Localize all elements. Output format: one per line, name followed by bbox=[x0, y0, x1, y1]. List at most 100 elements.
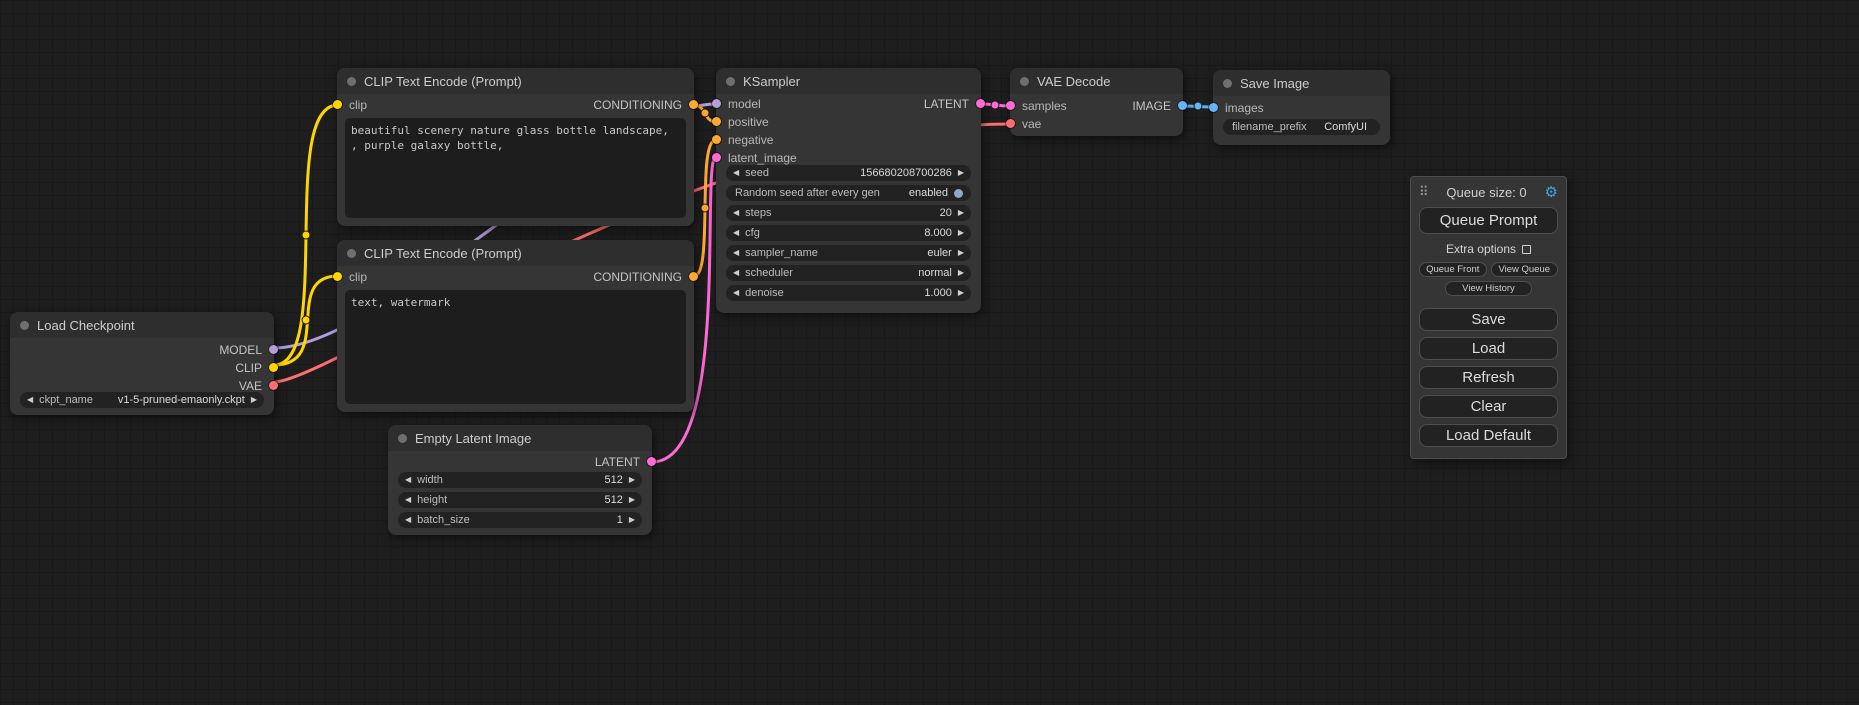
node-title-bar[interactable]: Save Image bbox=[1213, 70, 1390, 96]
queue-prompt-button[interactable]: Queue Prompt bbox=[1419, 207, 1558, 234]
settings-gear-icon[interactable]: ⚙ bbox=[1545, 185, 1558, 200]
conditioning-slot-dot[interactable] bbox=[712, 117, 721, 126]
node-title-bar[interactable]: CLIP Text Encode (Prompt) bbox=[337, 240, 694, 266]
increment-arrow-icon[interactable]: ▶ bbox=[958, 225, 964, 241]
prompt-textarea[interactable]: text, watermark bbox=[345, 290, 686, 404]
vae-slot-dot[interactable] bbox=[1006, 119, 1015, 128]
decrement-arrow-icon[interactable]: ◀ bbox=[27, 392, 33, 408]
input-slot-latent-image[interactable]: latent_image bbox=[716, 149, 981, 166]
widget-batch-size[interactable]: ◀ batch_size 1 ▶ bbox=[398, 512, 642, 528]
node-title-bar[interactable]: KSampler bbox=[716, 68, 981, 94]
queue-panel[interactable]: ⠿ Queue size: 0 ⚙ Queue Prompt Extra opt… bbox=[1410, 176, 1567, 459]
node-title: Empty Latent Image bbox=[415, 431, 531, 446]
collapse-dot-icon[interactable] bbox=[347, 77, 356, 86]
increment-arrow-icon[interactable]: ▶ bbox=[629, 512, 635, 528]
decrement-arrow-icon[interactable]: ◀ bbox=[733, 245, 739, 261]
decrement-arrow-icon[interactable]: ◀ bbox=[733, 285, 739, 301]
output-slot-conditioning[interactable]: CONDITIONING bbox=[516, 96, 695, 113]
widget-ckpt-name[interactable]: ◀ ckpt_name v1-5-pruned-emaonly.ckpt ▶ bbox=[20, 392, 264, 408]
increment-arrow-icon[interactable]: ▶ bbox=[251, 392, 257, 408]
widget-cfg[interactable]: ◀ cfg 8.000 ▶ bbox=[726, 225, 971, 241]
clear-button[interactable]: Clear bbox=[1419, 395, 1558, 418]
output-slot-latent[interactable]: LATENT bbox=[716, 95, 981, 112]
node-empty-latent-image[interactable]: Empty Latent Image LATENT ◀ width 512 ▶ … bbox=[388, 425, 652, 535]
widget-sampler-name[interactable]: ◀ sampler_name euler ▶ bbox=[726, 245, 971, 261]
collapse-dot-icon[interactable] bbox=[1020, 77, 1029, 86]
queue-front-button[interactable]: Queue Front bbox=[1419, 262, 1487, 277]
node-clip-text-encode-negative[interactable]: CLIP Text Encode (Prompt) clip CONDITION… bbox=[337, 240, 694, 412]
input-slot-images[interactable]: images bbox=[1213, 99, 1390, 116]
decrement-arrow-icon[interactable]: ◀ bbox=[733, 225, 739, 241]
load-default-button[interactable]: Load Default bbox=[1419, 424, 1558, 447]
increment-arrow-icon[interactable]: ▶ bbox=[629, 492, 635, 508]
node-title-bar[interactable]: Load Checkpoint bbox=[10, 312, 274, 338]
decrement-arrow-icon[interactable]: ◀ bbox=[733, 205, 739, 221]
view-history-button[interactable]: View History bbox=[1445, 281, 1531, 296]
node-ksampler[interactable]: KSampler model positive negative latent_… bbox=[716, 68, 981, 313]
increment-arrow-icon[interactable]: ▶ bbox=[958, 285, 964, 301]
view-queue-button[interactable]: View Queue bbox=[1491, 262, 1559, 277]
output-slot-clip[interactable]: CLIP bbox=[10, 359, 274, 376]
node-title-bar[interactable]: VAE Decode bbox=[1010, 68, 1183, 94]
increment-arrow-icon[interactable]: ▶ bbox=[958, 205, 964, 221]
clip-slot-dot[interactable] bbox=[333, 100, 342, 109]
output-slot-image[interactable]: IMAGE bbox=[1010, 97, 1183, 114]
latent-slot-dot[interactable] bbox=[712, 153, 721, 162]
widget-denoise[interactable]: ◀ denoise 1.000 ▶ bbox=[726, 285, 971, 301]
collapse-dot-icon[interactable] bbox=[398, 434, 407, 443]
image-slot-dot[interactable] bbox=[1178, 101, 1187, 110]
input-slot-clip[interactable]: clip bbox=[337, 268, 516, 285]
collapse-dot-icon[interactable] bbox=[20, 321, 29, 330]
output-slot-model[interactable]: MODEL bbox=[10, 341, 274, 358]
widget-scheduler[interactable]: ◀ scheduler normal ▶ bbox=[726, 265, 971, 281]
decrement-arrow-icon[interactable]: ◀ bbox=[405, 472, 411, 488]
widget-steps[interactable]: ◀ steps 20 ▶ bbox=[726, 205, 971, 221]
widget-seed[interactable]: ◀ seed 156680208700286 ▶ bbox=[726, 165, 971, 181]
graph-canvas[interactable]: Load Checkpoint MODEL CLIP VAE ◀ ckpt_na… bbox=[0, 0, 1859, 705]
collapse-dot-icon[interactable] bbox=[347, 249, 356, 258]
increment-arrow-icon[interactable]: ▶ bbox=[958, 245, 964, 261]
collapse-dot-icon[interactable] bbox=[726, 77, 735, 86]
increment-arrow-icon[interactable]: ▶ bbox=[629, 472, 635, 488]
node-clip-text-encode-positive[interactable]: CLIP Text Encode (Prompt) clip CONDITION… bbox=[337, 68, 694, 226]
clip-slot-dot[interactable] bbox=[269, 363, 278, 372]
model-slot-dot[interactable] bbox=[269, 345, 278, 354]
output-slot-conditioning[interactable]: CONDITIONING bbox=[516, 268, 695, 285]
output-slot-latent[interactable]: LATENT bbox=[388, 453, 652, 470]
image-slot-dot[interactable] bbox=[1209, 103, 1218, 112]
input-slot-clip[interactable]: clip bbox=[337, 96, 516, 113]
collapse-dot-icon[interactable] bbox=[1223, 79, 1232, 88]
prompt-textarea[interactable]: beautiful scenery nature glass bottle la… bbox=[345, 118, 686, 218]
vae-slot-dot[interactable] bbox=[269, 381, 278, 390]
clip-slot-dot[interactable] bbox=[333, 272, 342, 281]
decrement-arrow-icon[interactable]: ◀ bbox=[405, 492, 411, 508]
decrement-arrow-icon[interactable]: ◀ bbox=[733, 165, 739, 181]
widget-random-seed-toggle[interactable]: Random seed after every gen enabled bbox=[726, 185, 971, 201]
node-vae-decode[interactable]: VAE Decode samples vae IMAGE bbox=[1010, 68, 1183, 136]
widget-width[interactable]: ◀ width 512 ▶ bbox=[398, 472, 642, 488]
save-button[interactable]: Save bbox=[1419, 308, 1558, 331]
input-slot-positive[interactable]: positive bbox=[716, 113, 981, 130]
extra-options-checkbox[interactable] bbox=[1522, 245, 1531, 254]
node-save-image[interactable]: Save Image images filename_prefix ComfyU… bbox=[1213, 70, 1390, 145]
toggle-dot-icon[interactable] bbox=[954, 189, 963, 198]
node-title-bar[interactable]: CLIP Text Encode (Prompt) bbox=[337, 68, 694, 94]
latent-slot-dot[interactable] bbox=[647, 457, 656, 466]
node-title-bar[interactable]: Empty Latent Image bbox=[388, 425, 652, 451]
input-slot-negative[interactable]: negative bbox=[716, 131, 981, 148]
decrement-arrow-icon[interactable]: ◀ bbox=[405, 512, 411, 528]
increment-arrow-icon[interactable]: ▶ bbox=[958, 265, 964, 281]
conditioning-slot-dot[interactable] bbox=[689, 100, 698, 109]
widget-filename-prefix[interactable]: filename_prefix ComfyUI bbox=[1223, 119, 1380, 135]
increment-arrow-icon[interactable]: ▶ bbox=[958, 165, 964, 181]
latent-slot-dot[interactable] bbox=[976, 99, 985, 108]
node-load-checkpoint[interactable]: Load Checkpoint MODEL CLIP VAE ◀ ckpt_na… bbox=[10, 312, 274, 415]
conditioning-slot-dot[interactable] bbox=[712, 135, 721, 144]
decrement-arrow-icon[interactable]: ◀ bbox=[733, 265, 739, 281]
conditioning-slot-dot[interactable] bbox=[689, 272, 698, 281]
drag-handle-icon[interactable]: ⠿ bbox=[1419, 184, 1429, 200]
load-button[interactable]: Load bbox=[1419, 337, 1558, 360]
input-slot-vae[interactable]: vae bbox=[1010, 115, 1183, 132]
widget-height[interactable]: ◀ height 512 ▶ bbox=[398, 492, 642, 508]
refresh-button[interactable]: Refresh bbox=[1419, 366, 1558, 389]
